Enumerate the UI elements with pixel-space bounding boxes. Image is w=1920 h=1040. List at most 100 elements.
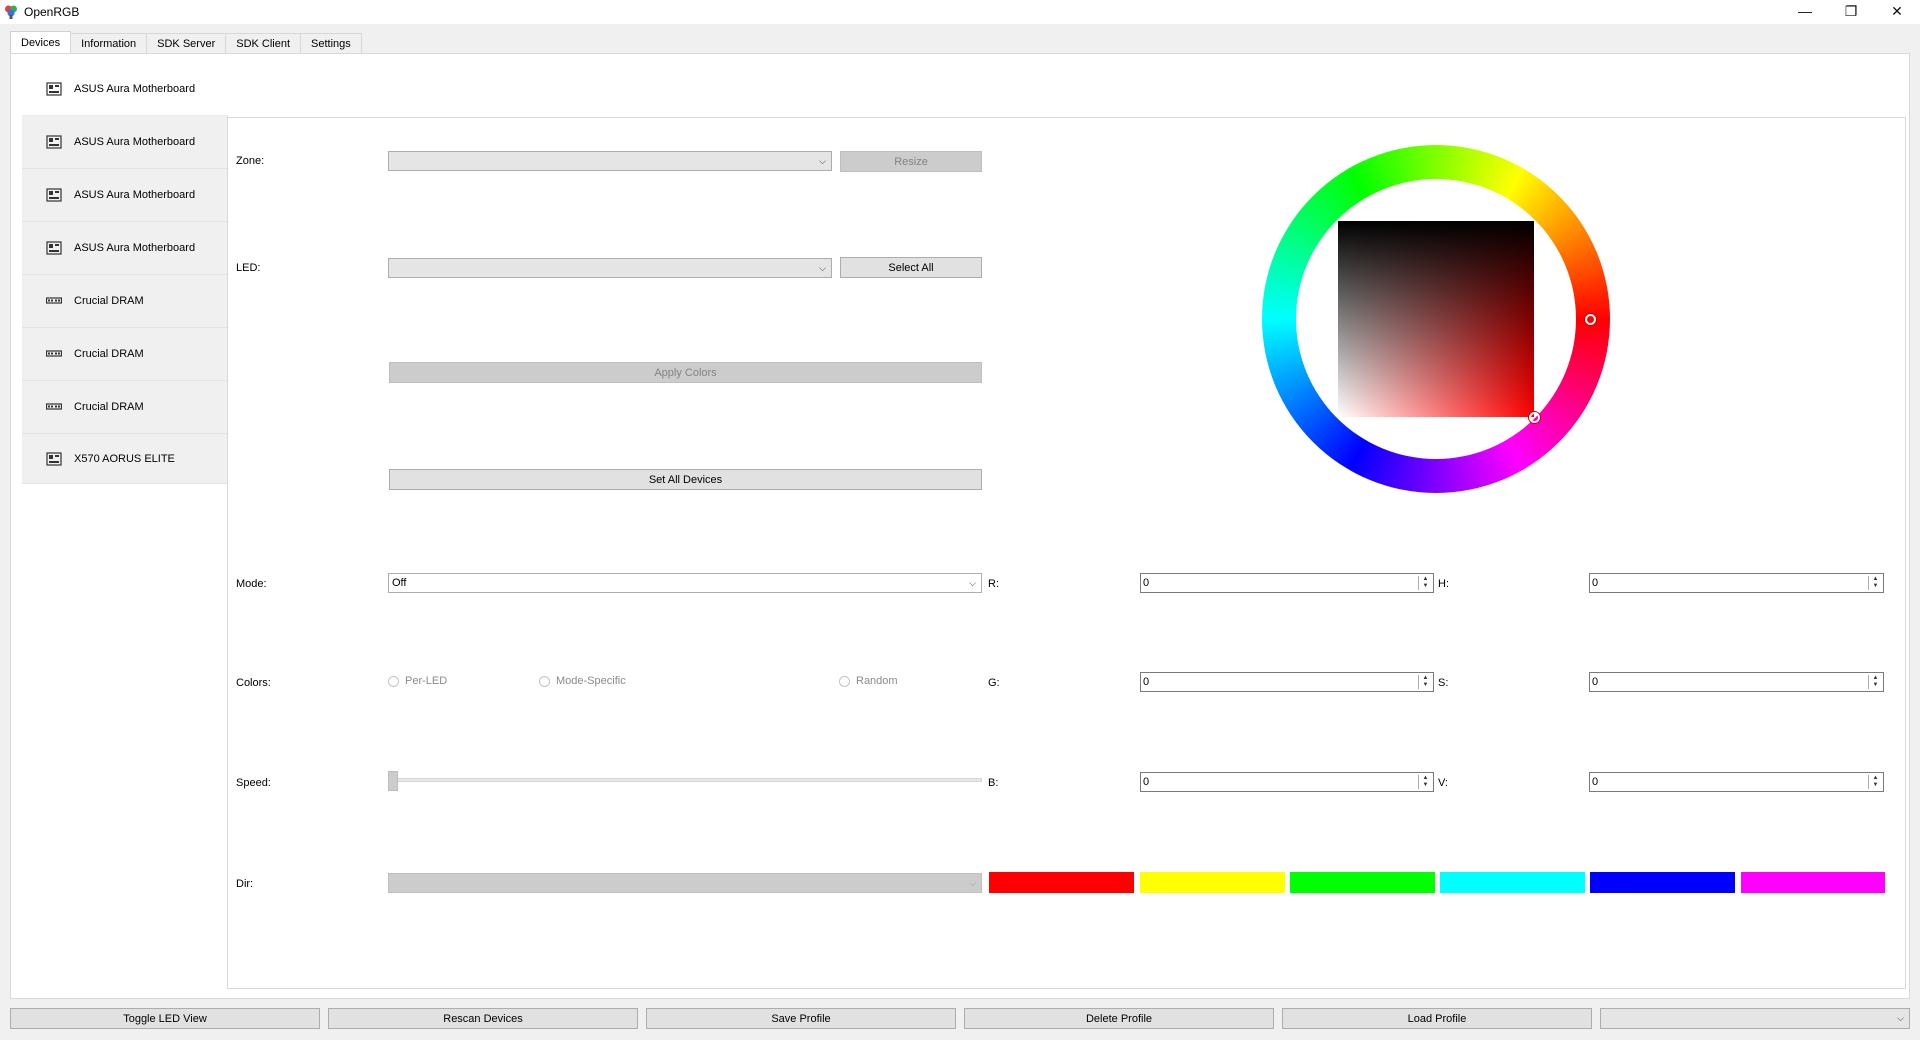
rescan-devices-button[interactable]: Rescan Devices xyxy=(328,1008,638,1029)
motherboard-icon xyxy=(45,187,63,203)
chevron-down-icon: ⌵ xyxy=(819,156,826,166)
led-label: LED: xyxy=(236,262,261,274)
restore-button[interactable]: ❐ xyxy=(1828,0,1874,22)
toggle-led-view-button[interactable]: Toggle LED View xyxy=(10,1008,320,1029)
sv-selector-handle[interactable] xyxy=(1529,412,1540,423)
saturation-spinbox[interactable]: 0 ▲ ▼ xyxy=(1589,672,1884,692)
dram-icon xyxy=(45,399,63,415)
apply-colors-button[interactable]: Apply Colors xyxy=(389,362,982,383)
green-spinbox[interactable]: 0 ▲ ▼ xyxy=(1140,672,1434,692)
red-spinbox[interactable]: 0 ▲ ▼ xyxy=(1140,573,1434,593)
direction-combobox[interactable]: ⌵ xyxy=(388,873,982,893)
dram-icon xyxy=(45,346,63,362)
device-item[interactable]: ASUS Aura Motherboard xyxy=(22,222,228,275)
spin-arrows-icon[interactable]: ▲ ▼ xyxy=(1868,775,1881,789)
speed-slider-track[interactable] xyxy=(389,778,982,782)
device-item[interactable]: X570 AORUS ELITE xyxy=(22,434,228,484)
spin-arrows-icon[interactable]: ▲ ▼ xyxy=(1418,576,1431,590)
openrgb-logo-icon xyxy=(4,4,18,20)
zone-combobox[interactable]: ⌵ xyxy=(388,151,832,171)
main-tabbar: Devices Information SDK Server SDK Clien… xyxy=(10,31,362,53)
device-label: ASUS Aura Motherboard xyxy=(74,83,196,95)
motherboard-icon xyxy=(45,134,63,150)
device-label: X570 AORUS ELITE xyxy=(74,452,175,465)
tab-settings[interactable]: Settings xyxy=(300,33,362,53)
swatch-magenta[interactable] xyxy=(1741,872,1885,893)
blue-label: B: xyxy=(988,777,999,789)
random-radio[interactable]: Random xyxy=(839,675,898,687)
motherboard-icon xyxy=(45,81,63,97)
per-led-radio[interactable]: Per-LED xyxy=(388,675,447,687)
device-item[interactable]: Crucial DRAM xyxy=(22,328,228,381)
restore-icon: ❐ xyxy=(1844,2,1858,19)
motherboard-icon xyxy=(45,240,63,256)
colors-label: Colors: xyxy=(236,677,271,689)
value-label: V: xyxy=(1438,777,1448,789)
dram-icon xyxy=(45,293,63,309)
speed-label: Speed: xyxy=(236,777,271,789)
close-icon: ✕ xyxy=(1891,2,1903,19)
mode-specific-radio[interactable]: Mode-Specific xyxy=(539,675,626,687)
device-label: ASUS Aura Motherboard xyxy=(74,242,196,254)
direction-label: Dir: xyxy=(236,878,254,890)
set-all-devices-button[interactable]: Set All Devices xyxy=(389,469,982,490)
chevron-down-icon: ⌵ xyxy=(969,578,976,588)
mode-combobox[interactable]: Off ⌵ xyxy=(388,573,982,593)
hue-value: 0 xyxy=(1592,577,1599,589)
red-value: 0 xyxy=(1143,577,1150,589)
green-label: G: xyxy=(988,677,1000,689)
saturation-value-square[interactable] xyxy=(1338,221,1534,417)
device-item[interactable]: ASUS Aura Motherboard xyxy=(22,116,228,169)
minimize-icon: — xyxy=(1798,3,1812,19)
zone-label: Zone: xyxy=(236,155,265,167)
swatch-blue[interactable] xyxy=(1590,872,1735,893)
swatch-red[interactable] xyxy=(989,872,1134,893)
spin-arrows-icon[interactable]: ▲ ▼ xyxy=(1868,576,1881,590)
select-all-button[interactable]: Select All xyxy=(840,257,982,278)
radio-circle-icon xyxy=(539,675,550,687)
mode-specific-radio-label: Mode-Specific xyxy=(556,675,626,687)
device-item[interactable]: Crucial DRAM xyxy=(22,275,228,328)
close-button[interactable]: ✕ xyxy=(1874,0,1920,22)
led-combobox[interactable]: ⌵ xyxy=(388,258,832,278)
title-bar: OpenRGB — ❐ ✕ xyxy=(0,0,1920,24)
tab-information[interactable]: Information xyxy=(70,33,148,53)
hue-spinbox[interactable]: 0 ▲ ▼ xyxy=(1589,573,1884,593)
save-profile-button[interactable]: Save Profile xyxy=(646,1008,956,1029)
spin-arrows-icon[interactable]: ▲ ▼ xyxy=(1418,675,1431,689)
swatch-green[interactable] xyxy=(1290,872,1435,893)
device-label: Crucial DRAM xyxy=(74,295,144,307)
mode-label: Mode: xyxy=(236,578,267,590)
value-spinbox[interactable]: 0 ▲ ▼ xyxy=(1589,772,1884,792)
swatch-yellow[interactable] xyxy=(1140,872,1285,893)
chevron-down-icon: ⌵ xyxy=(1897,1013,1904,1023)
blue-spinbox[interactable]: 0 ▲ ▼ xyxy=(1140,772,1434,792)
minimize-button[interactable]: — xyxy=(1782,0,1828,22)
spin-arrows-icon[interactable]: ▲ ▼ xyxy=(1418,775,1431,789)
random-radio-label: Random xyxy=(856,675,898,687)
tab-sdk-server[interactable]: SDK Server xyxy=(146,33,227,53)
speed-slider-handle[interactable] xyxy=(388,771,398,791)
tab-sdk-client[interactable]: SDK Client xyxy=(225,33,302,53)
color-wheel[interactable] xyxy=(1262,145,1610,493)
swatch-cyan[interactable] xyxy=(1440,872,1585,893)
device-list: ASUS Aura Motherboard ASUS Aura Motherbo… xyxy=(22,63,228,484)
resize-button[interactable]: Resize xyxy=(840,151,982,172)
red-label: R: xyxy=(988,578,999,590)
device-item[interactable]: ASUS Aura Motherboard xyxy=(22,169,228,222)
motherboard-icon xyxy=(45,451,63,467)
device-label: Crucial DRAM xyxy=(74,348,144,360)
device-item[interactable]: Crucial DRAM xyxy=(22,381,228,434)
delete-profile-button[interactable]: Delete Profile xyxy=(964,1008,1274,1029)
hue-label: H: xyxy=(1438,578,1449,590)
profile-combobox[interactable]: ⌵ xyxy=(1600,1008,1910,1029)
spin-arrows-icon[interactable]: ▲ ▼ xyxy=(1868,675,1881,689)
load-profile-button[interactable]: Load Profile xyxy=(1282,1008,1592,1029)
device-label: Crucial DRAM xyxy=(74,401,144,413)
device-item[interactable]: ASUS Aura Motherboard xyxy=(22,63,228,116)
tab-devices[interactable]: Devices xyxy=(10,31,72,53)
hue-selector-handle[interactable] xyxy=(1585,314,1596,325)
saturation-label: S: xyxy=(1438,677,1449,689)
radio-circle-icon xyxy=(839,675,850,687)
saturation-value: 0 xyxy=(1592,676,1599,688)
